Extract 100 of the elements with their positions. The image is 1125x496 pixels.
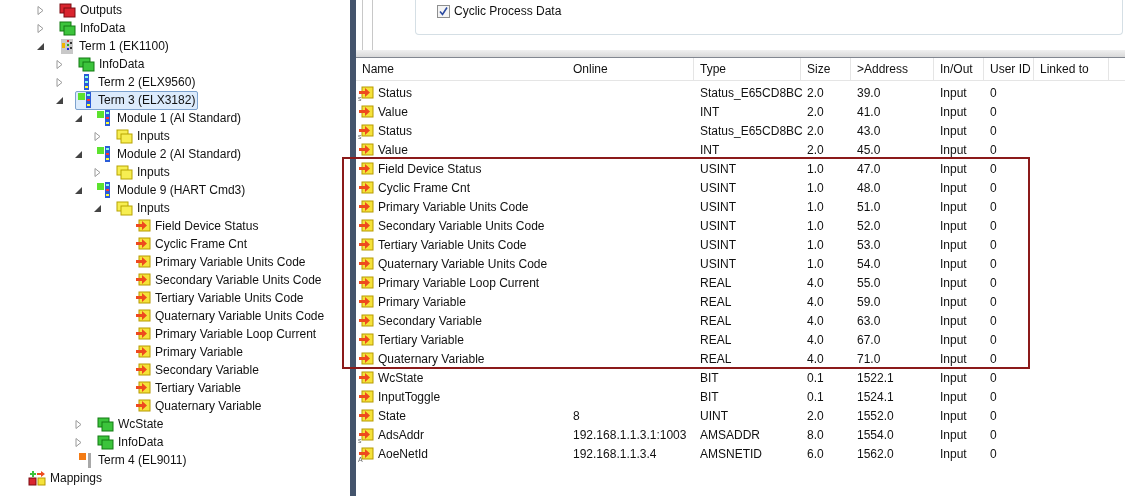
tree-item[interactable]: Tertiary Variable Units Code [132, 288, 307, 308]
terminal-icon [97, 110, 113, 126]
expanded-arrow-icon[interactable] [92, 203, 102, 213]
table-cell-text: Input [939, 256, 968, 271]
table-cell: Value [378, 104, 408, 119]
column-header[interactable]: Online [567, 58, 694, 80]
table-cell-text: 1.0 [806, 161, 825, 176]
column-header[interactable]: Linked to [1034, 58, 1109, 80]
expanded-arrow-icon[interactable] [73, 113, 83, 123]
table-cell: Primary Variable Units Code [378, 199, 529, 214]
tree-item[interactable]: Primary Variable Units Code [132, 252, 309, 272]
tree-item[interactable]: Term 2 (ELX9560) [75, 72, 199, 92]
expanded-arrow-icon[interactable] [54, 95, 64, 105]
table-cell-text: USINT [699, 256, 737, 271]
table-cell-text: Input [939, 180, 968, 195]
input-variable-icon [135, 254, 151, 270]
tree-item[interactable]: Tertiary Variable [132, 378, 244, 398]
collapsed-arrow-icon[interactable] [92, 167, 102, 177]
table-cell: Primary Variable [378, 294, 466, 309]
table-cell-text: 0 [989, 351, 998, 366]
table-cell-text: 71.0 [856, 351, 882, 366]
tree-item[interactable]: Inputs [113, 198, 173, 218]
input-variable-icon [135, 344, 151, 360]
folder-stack-icon [59, 2, 76, 18]
tree-item[interactable]: InfoData [94, 432, 167, 452]
column-header[interactable]: >Address [851, 58, 934, 80]
table-cell-text: 4.0 [806, 351, 825, 366]
tree-item[interactable]: Outputs [56, 0, 126, 20]
folder-stack-icon [97, 434, 114, 450]
collapsed-arrow-icon[interactable] [54, 77, 64, 87]
tree-item[interactable]: InfoData [75, 54, 148, 74]
table-cell-text: 2.0 [806, 104, 825, 119]
collapsed-arrow-icon[interactable] [73, 437, 83, 447]
checkbox[interactable] [437, 4, 450, 18]
table-cell-text: AMSADDR [699, 427, 761, 442]
table-cell-text: 1522.1 [856, 370, 895, 385]
expanded-arrow-icon[interactable] [73, 185, 83, 195]
pane-splitter[interactable] [356, 50, 1125, 58]
table-cell: AdsAddr [378, 427, 425, 442]
column-header[interactable]: Size [801, 58, 851, 80]
tree-item[interactable]: Primary Variable [132, 342, 246, 362]
tree-item[interactable]: Term 3 (ELX3182) [75, 90, 199, 110]
tree-item[interactable]: Quaternary Variable Units Code [132, 306, 328, 326]
collapsed-arrow-icon[interactable] [35, 23, 45, 33]
collapsed-arrow-icon[interactable] [35, 5, 45, 15]
column-header[interactable]: User ID [984, 58, 1034, 80]
expanded-arrow-icon[interactable] [35, 41, 45, 51]
folder-stack-icon [97, 416, 114, 432]
tree-item[interactable]: WcState [94, 414, 167, 434]
table-cell-text: 4.0 [806, 332, 825, 347]
table-cell-text: UINT [699, 408, 729, 423]
table-cell-text: 0 [989, 142, 998, 157]
table-cell-text: 0 [989, 218, 998, 233]
tree-item[interactable]: Primary Variable Loop Current [132, 324, 320, 344]
table-cell-text: 52.0 [856, 218, 882, 233]
table-cell: State [378, 408, 407, 423]
expanded-arrow-icon[interactable] [73, 149, 83, 159]
table-cell-text: 0 [989, 294, 998, 309]
table-cell-text: 8.0 [806, 427, 825, 442]
tree-item[interactable]: Field Device Status [132, 216, 262, 236]
tree-item[interactable]: Secondary Variable [132, 360, 262, 380]
table-cell-text: 54.0 [856, 256, 882, 271]
tree-item[interactable]: Cyclic Frame Cnt [132, 234, 250, 254]
column-header[interactable]: Type [694, 58, 801, 80]
input-variable-icon [135, 326, 151, 342]
input-variable-icon [358, 293, 374, 310]
tree-item[interactable]: Module 2 (AI Standard) [94, 144, 245, 164]
tree-item[interactable]: Secondary Variable Units Code [132, 270, 325, 290]
column-header[interactable]: In/Out [934, 58, 984, 80]
collapsed-arrow-icon[interactable] [73, 419, 83, 429]
input-variable-icon [358, 84, 374, 101]
table-cell: Quaternary Variable [378, 351, 485, 366]
table-cell-text: USINT [699, 218, 737, 233]
tree-item[interactable]: Quaternary Variable [132, 396, 265, 416]
table-cell-text: REAL [699, 351, 733, 366]
tree-item[interactable]: Module 9 (HART Cmd3) [94, 180, 249, 200]
table-cell: Status [378, 85, 413, 100]
table-cell-text: 2.0 [806, 123, 825, 138]
table-cell-text: BIT [699, 389, 720, 404]
collapsed-arrow-icon[interactable] [54, 59, 64, 69]
tree-item[interactable]: Term 1 (EK1100) [56, 36, 172, 56]
table-cell-text: 0 [989, 161, 998, 176]
input-variable-icon [358, 350, 374, 367]
table-cell-text: 4.0 [806, 313, 825, 328]
tree-item[interactable]: Module 1 (AI Standard) [94, 108, 245, 128]
tree-item[interactable]: Term 4 (EL9011) [75, 450, 190, 470]
tree-item[interactable]: Mappings [25, 468, 106, 488]
tree-item[interactable]: Inputs [113, 126, 173, 146]
tree-item[interactable]: InfoData [56, 18, 129, 38]
table-cell-text: 2.0 [806, 142, 825, 157]
table-cell-text: 0 [989, 199, 998, 214]
collapsed-arrow-icon[interactable] [92, 131, 102, 141]
input-variable-icon [135, 308, 151, 324]
table-cell-text: 48.0 [856, 180, 882, 195]
table-cell-text: Input [939, 85, 968, 100]
tree-item[interactable]: Inputs [113, 162, 173, 182]
table-cell-text: Input [939, 389, 968, 404]
table-cell-text: USINT [699, 180, 737, 195]
table-cell: Secondary Variable Units Code [378, 218, 545, 233]
table-cell-text: 0 [989, 85, 998, 100]
